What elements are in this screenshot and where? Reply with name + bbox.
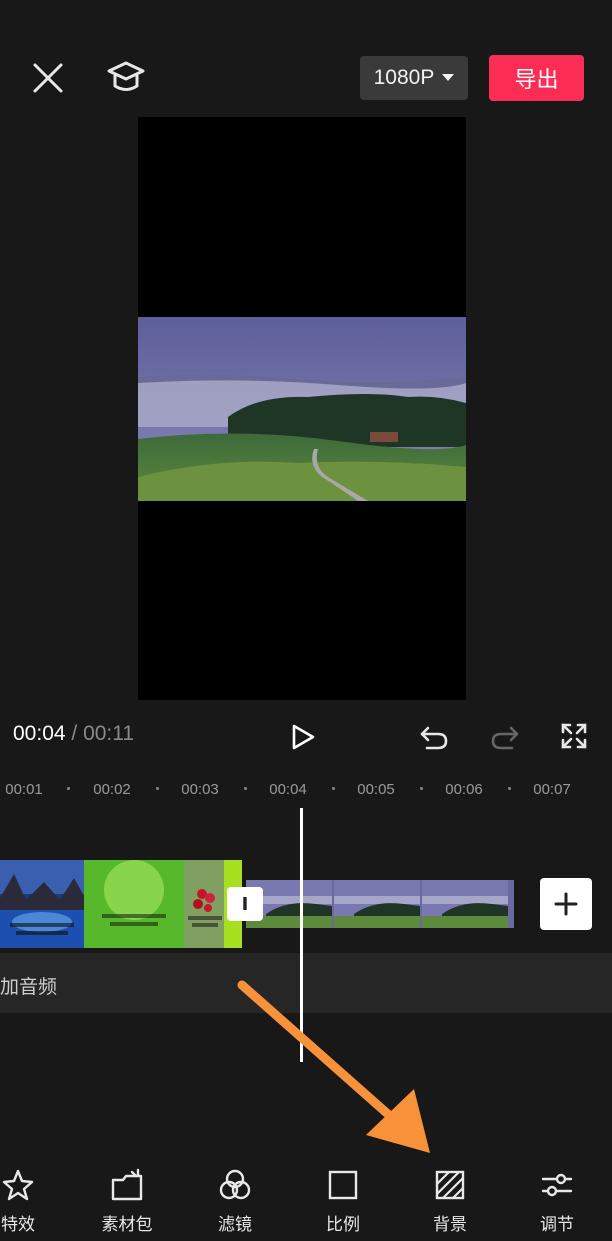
star-effects-icon [2, 1169, 34, 1201]
adjust-icon [541, 1173, 573, 1197]
toolbar-label: 滤镜 [218, 1215, 252, 1235]
landscape-clip[interactable] [246, 880, 514, 928]
toolbar-label: 素材包 [101, 1215, 153, 1235]
video-track[interactable] [0, 860, 612, 948]
plus-icon [554, 892, 578, 916]
ruler-tick: 00:05 [357, 781, 395, 798]
ruler-tick: 00:03 [181, 781, 219, 798]
undo-icon[interactable] [417, 720, 451, 754]
ruler-tick: 00:01 [5, 781, 43, 798]
ruler-dot [420, 787, 423, 790]
toolbar-label: 调节 [540, 1215, 574, 1235]
export-button[interactable]: 导出 [489, 55, 584, 101]
toolbar-item-background[interactable]: 背景 [405, 1168, 495, 1235]
toolbar-item-effects[interactable]: 特效 [0, 1168, 63, 1235]
ruler-dot [332, 787, 335, 790]
toolbar-item-ratio[interactable]: 比例 [298, 1168, 388, 1235]
add-clip-button[interactable] [540, 878, 592, 930]
timecode: 00:04 / 00:11 [13, 722, 134, 746]
ruler-dot [156, 787, 159, 790]
chevron-down-icon [442, 74, 455, 81]
ruler-tick: 00:04 [269, 781, 307, 798]
tutorial-cap-icon[interactable] [104, 57, 148, 97]
annotation-arrow-icon [237, 980, 430, 1153]
ratio-icon [328, 1170, 358, 1200]
toolbar-label: 背景 [433, 1215, 467, 1235]
toolbar-item-adjust[interactable]: 调节 [512, 1168, 602, 1235]
transition-button[interactable]: I [227, 887, 263, 921]
material-pack-icon [111, 1168, 143, 1201]
resolution-dropdown[interactable]: 1080P [360, 56, 468, 100]
play-icon[interactable] [286, 720, 320, 754]
toolbar-label: 特效 [1, 1215, 35, 1235]
clip-thumbnail[interactable] [0, 860, 84, 948]
close-icon[interactable] [28, 58, 68, 98]
add-audio-label[interactable]: 加音频 [0, 972, 57, 999]
ruler-tick: 00:02 [93, 781, 131, 798]
toolbar-item-material-pack[interactable]: 素材包 [82, 1168, 172, 1235]
toolbar-label: 比例 [326, 1215, 360, 1235]
resolution-label: 1080P [373, 66, 435, 89]
ruler-tick: 00:06 [445, 781, 483, 798]
time-separator: / [65, 722, 84, 745]
ruler-dot [508, 787, 511, 790]
filter-icon [219, 1169, 251, 1200]
time-ruler[interactable]: 00:01 00:02 00:03 00:04 00:05 00:06 00:0… [0, 772, 612, 806]
redo-icon[interactable] [488, 720, 522, 754]
current-time: 00:04 [13, 722, 66, 745]
toolbar-item-filter[interactable]: 滤镜 [190, 1168, 280, 1235]
total-time: 00:11 [83, 722, 135, 745]
preview-video-frame [138, 317, 466, 501]
ruler-dot [67, 787, 70, 790]
fullscreen-icon[interactable] [558, 720, 590, 752]
ruler-tick: 00:07 [533, 781, 571, 798]
background-icon [435, 1170, 465, 1200]
clip-thumbnail[interactable] [84, 860, 184, 948]
ruler-dot [244, 787, 247, 790]
